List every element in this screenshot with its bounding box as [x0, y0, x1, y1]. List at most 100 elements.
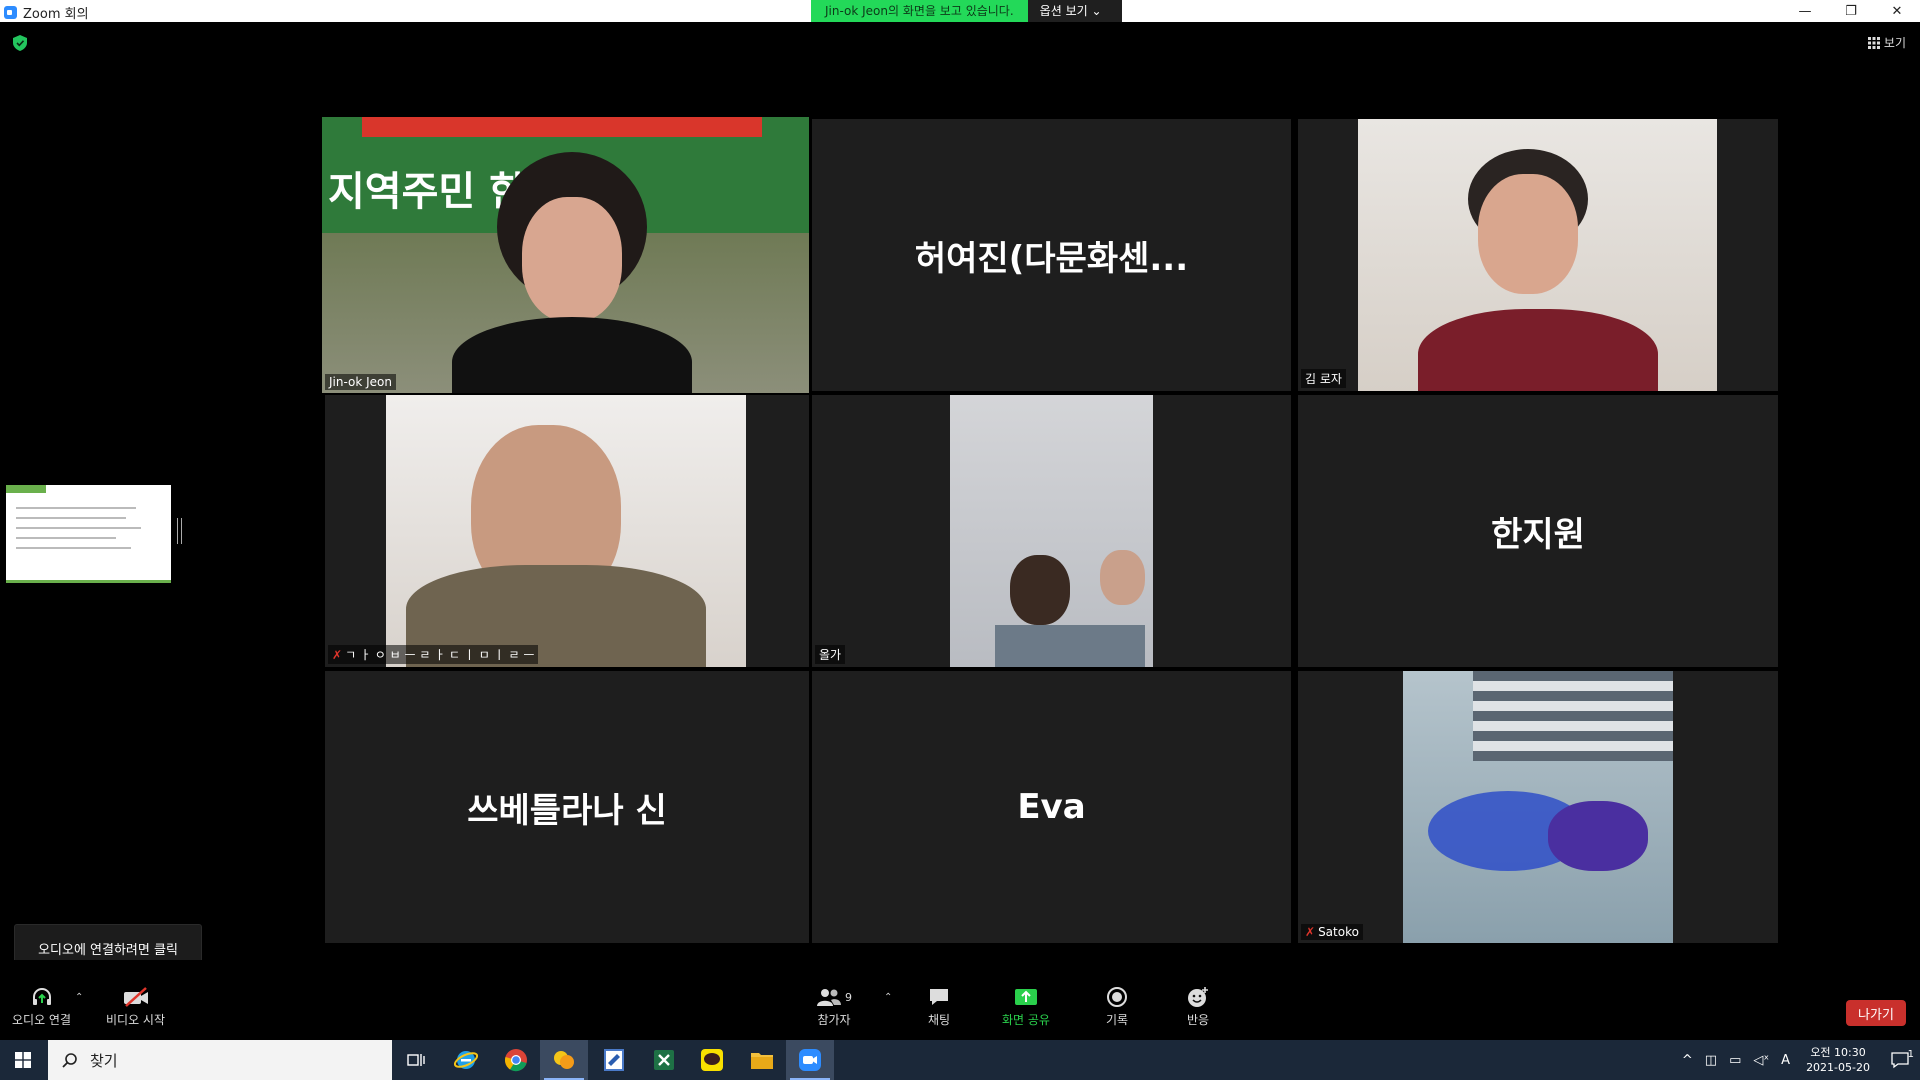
gallery-view-button[interactable]: 보기: [1867, 34, 1906, 51]
chat-bubbles-icon: [554, 1051, 574, 1069]
window-titlebar: Zoom 회의 Jin-ok Jeon의 화면을 보고 있습니다. 옵션 보기 …: [0, 0, 1920, 22]
taskbar-zoom[interactable]: [786, 1040, 834, 1080]
leave-meeting-button[interactable]: 나가기: [1846, 1000, 1906, 1026]
chat-label: 채팅: [928, 1013, 951, 1027]
windows-start-button[interactable]: [0, 1040, 46, 1080]
reactions-button[interactable]: 반응: [1186, 986, 1210, 1028]
close-button[interactable]: ✕: [1874, 0, 1920, 22]
participants-icon: [817, 989, 841, 1006]
record-button[interactable]: 기록: [1106, 986, 1128, 1028]
window-controls: — ❐ ✕: [1782, 0, 1920, 22]
ime-indicator[interactable]: A: [1781, 1053, 1790, 1068]
window-title: Zoom 회의: [23, 7, 89, 22]
tray-expand-chevron-icon[interactable]: ^: [1682, 1053, 1693, 1068]
minimize-button[interactable]: —: [1782, 0, 1828, 22]
participant-name-display: 한지원: [1491, 514, 1585, 555]
view-label: 보기: [1883, 36, 1906, 50]
audio-options-caret-icon[interactable]: ⌃: [75, 992, 83, 1003]
windows-logo-icon: [15, 1052, 31, 1068]
screen-share-banner: Jin-ok Jeon의 화면을 보고 있습니다. 옵션 보기 ⌄: [811, 0, 1122, 22]
notification-icon: [1891, 1052, 1909, 1069]
share-screen-button[interactable]: 화면 공유: [1002, 986, 1050, 1028]
taskbar-file-explorer[interactable]: [738, 1040, 786, 1080]
participant-tile[interactable]: 올가: [812, 395, 1291, 667]
system-clock[interactable]: 오전 10:30 2021-05-20: [1806, 1045, 1870, 1075]
clock-date: 2021-05-20: [1806, 1061, 1870, 1074]
volume-muted-icon[interactable]: ◁ˣ: [1753, 1053, 1769, 1068]
reactions-label: 반응: [1186, 1013, 1210, 1027]
mic-muted-icon: ✗: [1305, 925, 1316, 939]
grid-icon: [1867, 36, 1880, 49]
participant-video: [950, 395, 1153, 667]
participant-name-label: Jin-ok Jeon: [325, 374, 397, 390]
clock-time: 오전 10:30: [1810, 1046, 1866, 1059]
folder-icon: [751, 1053, 773, 1069]
participant-video: [1403, 671, 1673, 943]
meeting-stage: 보기 지역주민 한국 Jin-ok Jeon 허여진(다문화센... 김 로자 …: [0, 22, 1920, 1040]
chat-button[interactable]: 채팅: [928, 986, 950, 1028]
participants-button[interactable]: 9 참가자: [816, 986, 852, 1028]
video-start-button[interactable]: 비디오 시작: [106, 986, 165, 1028]
zoom-app-icon: [799, 1049, 821, 1071]
system-tray: ^ ◫ ▭ ◁ˣ A 오전 10:30 2021-05-20 1: [1676, 1040, 1920, 1080]
participant-name-label: 김 로자: [1301, 369, 1346, 388]
participant-video: [1358, 119, 1717, 391]
participant-tile[interactable]: 허여진(다문화센...: [812, 119, 1291, 391]
network-icon[interactable]: ▭: [1729, 1053, 1741, 1068]
taskbar-notepad-app[interactable]: [590, 1040, 638, 1080]
participant-video: 지역주민 한국: [322, 117, 809, 393]
video-start-label: 비디오 시작: [106, 1013, 166, 1027]
participant-video: [386, 395, 746, 667]
participant-tile[interactable]: 쓰베틀라나 신: [325, 671, 809, 943]
participants-count: 9: [845, 990, 852, 1004]
notification-count-badge: 1: [1907, 1049, 1914, 1060]
task-view-button[interactable]: [392, 1040, 440, 1080]
participant-tile[interactable]: 김 로자: [1298, 119, 1778, 391]
chat-icon: [930, 989, 949, 1005]
meeting-toolbar: 오디오 연결 ⌃ 비디오 시작 9 참가자 ⌃ 채팅 화면 공유 기록 반응: [0, 960, 1920, 1040]
taskbar-internet-explorer[interactable]: [442, 1040, 490, 1080]
zoom-logo-icon: [4, 6, 17, 19]
reaction-emoji-icon: [1188, 987, 1208, 1007]
taskbar-excel[interactable]: [640, 1040, 688, 1080]
record-label: 기록: [1106, 1013, 1129, 1027]
search-placeholder: 찾기: [90, 1051, 118, 1070]
participant-tile[interactable]: ✗ ㄱ ㅏ ㅇ ㅂ ㅡ ㄹ ㅏ ㄷ ㅣ ㅁ ㅣ ㄹ ㅡ: [325, 395, 809, 667]
shared-screen-thumbnail[interactable]: [6, 485, 171, 583]
view-options-button[interactable]: 옵션 보기 ⌄: [1027, 0, 1122, 22]
excel-icon: [654, 1050, 674, 1070]
action-center-button[interactable]: 1: [1880, 1049, 1920, 1069]
participant-name-display: Eva: [1017, 787, 1086, 827]
participant-tile[interactable]: 지역주민 한국 Jin-ok Jeon: [322, 117, 809, 393]
audio-connect-button[interactable]: 오디오 연결: [12, 986, 71, 1028]
participant-name-display: 쓰베틀라나 신: [467, 790, 667, 831]
search-icon: [62, 1053, 77, 1068]
thumbnail-drag-handle[interactable]: [177, 518, 182, 544]
share-status-text: Jin-ok Jeon의 화면을 보고 있습니다.: [811, 0, 1028, 22]
participant-tile[interactable]: Eva: [812, 671, 1291, 943]
participant-tile[interactable]: 한지원: [1298, 395, 1778, 667]
restore-button[interactable]: ❐: [1828, 0, 1874, 22]
internet-explorer-icon: [454, 1051, 478, 1069]
record-icon: [1107, 987, 1128, 1007]
participant-name-label: ✗ ㄱ ㅏ ㅇ ㅂ ㅡ ㄹ ㅏ ㄷ ㅣ ㅁ ㅣ ㄹ ㅡ: [328, 645, 539, 664]
kakaotalk-icon: [701, 1049, 723, 1071]
participant-name-label: ✗ Satoko: [1301, 924, 1363, 940]
video-off-icon: [123, 987, 148, 1007]
task-view-icon: [407, 1054, 425, 1066]
participant-name-display: 허여진(다문화센...: [914, 238, 1189, 279]
headphone-icon: [32, 988, 51, 1005]
tray-app-icon[interactable]: ◫: [1705, 1053, 1717, 1068]
notepad-icon: [604, 1049, 624, 1071]
taskbar-chrome[interactable]: [492, 1040, 540, 1080]
participants-options-caret-icon[interactable]: ⌃: [884, 992, 892, 1003]
chrome-icon: [504, 1049, 527, 1072]
participant-tile[interactable]: ✗ Satoko: [1298, 671, 1778, 943]
taskbar-search-box[interactable]: 찾기: [48, 1040, 392, 1080]
security-shield-icon[interactable]: [13, 35, 27, 51]
app-title: Zoom 회의: [4, 3, 89, 22]
audio-connect-label: 오디오 연결: [12, 1013, 72, 1027]
taskbar-kakaotalk[interactable]: [688, 1040, 736, 1080]
mic-muted-icon: ✗: [332, 647, 343, 662]
taskbar-messenger-app[interactable]: [540, 1040, 588, 1080]
